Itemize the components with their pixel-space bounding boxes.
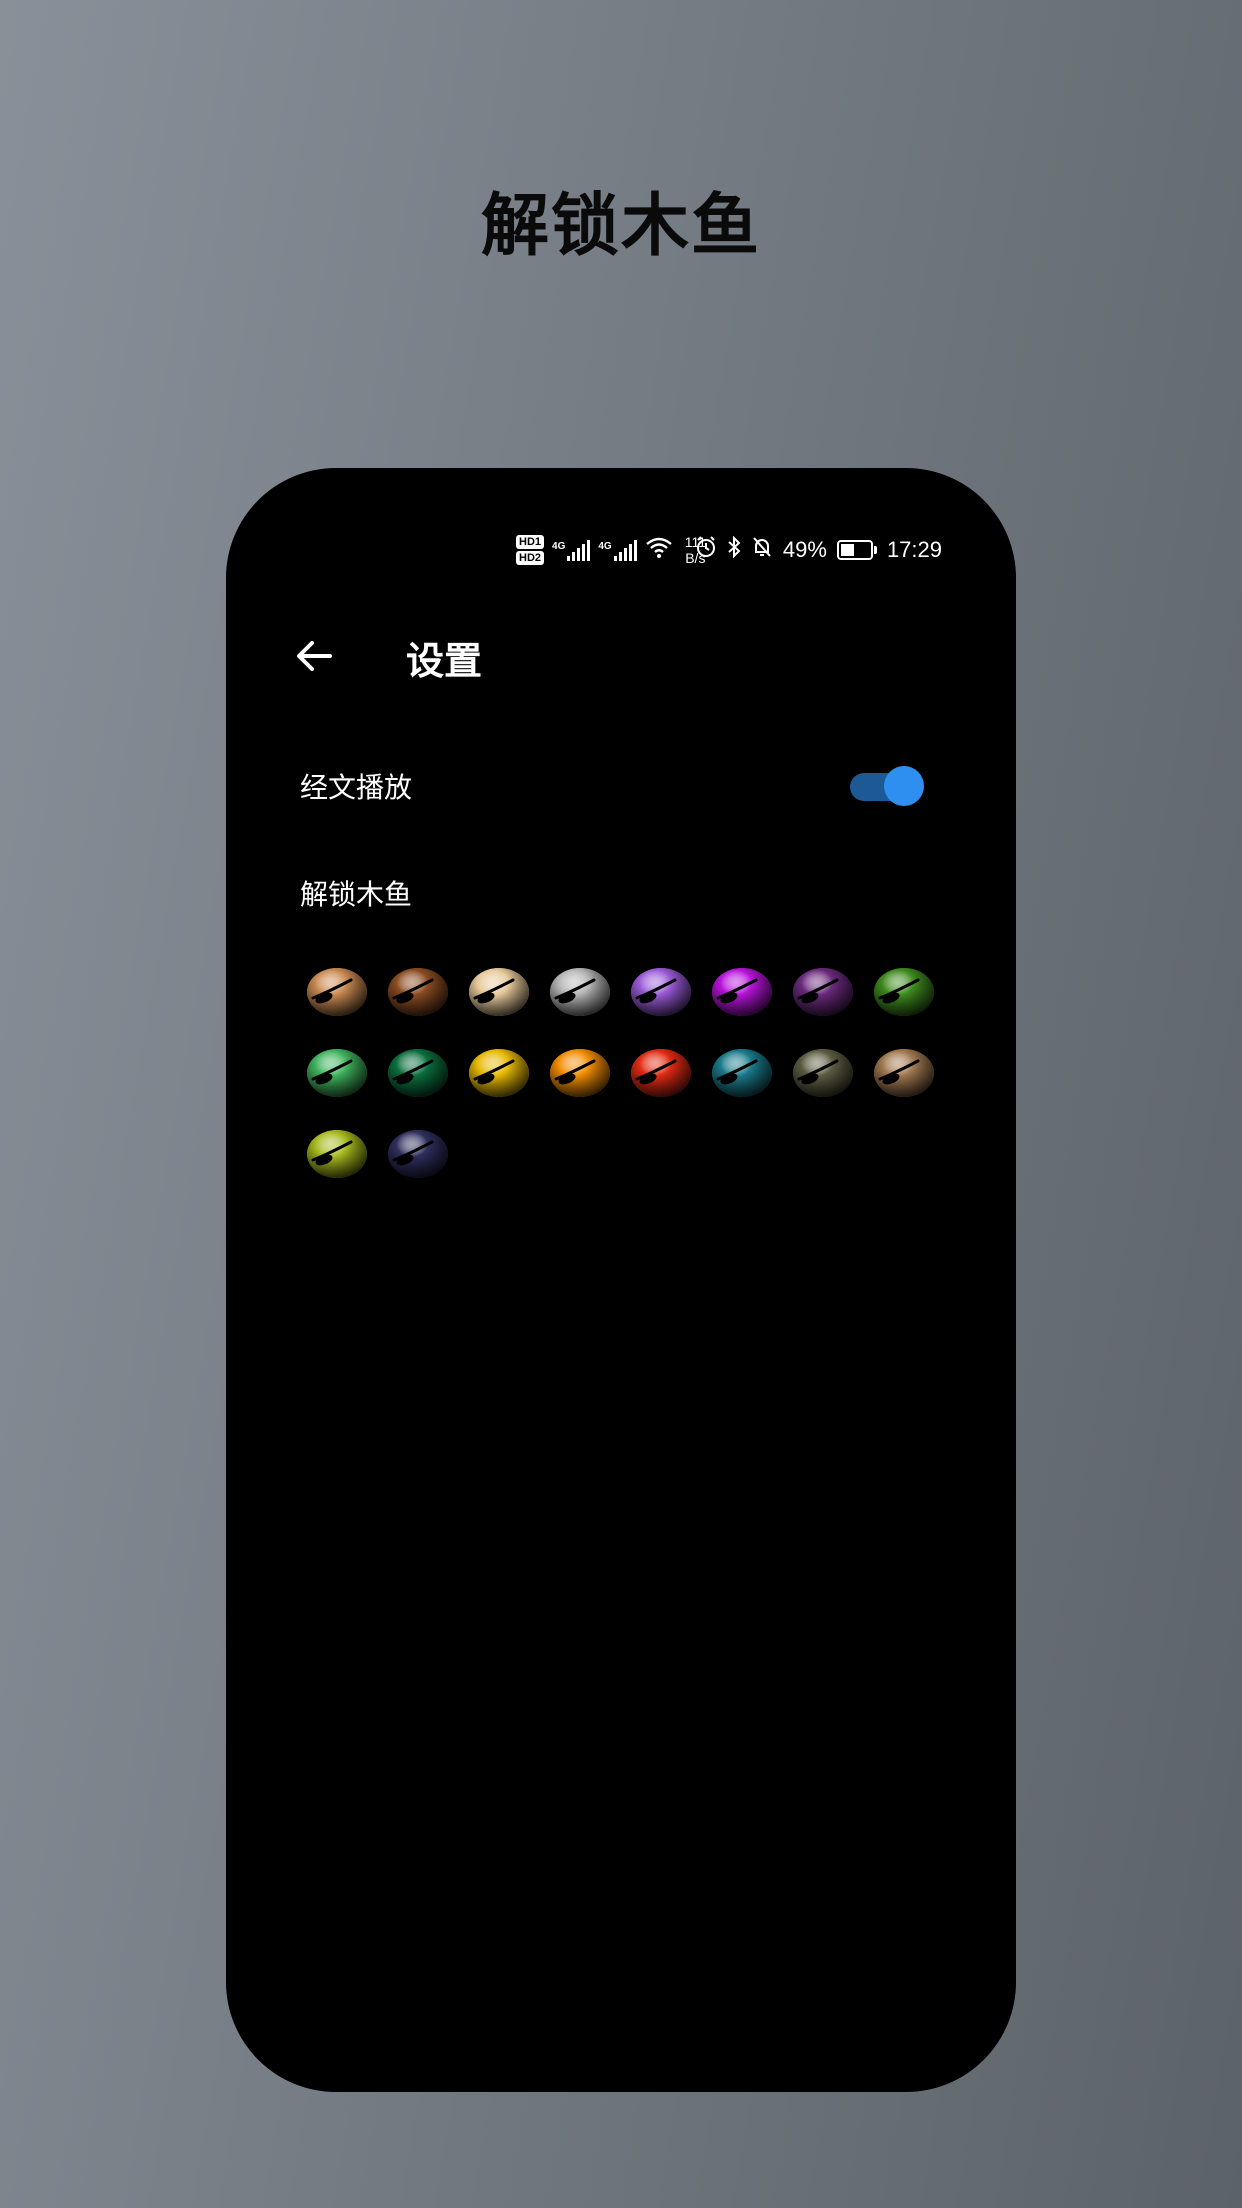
wooden-fish-icon <box>874 1049 934 1097</box>
wooden-fish-icon <box>469 968 529 1016</box>
wooden-fish-item[interactable] <box>385 1039 450 1104</box>
wooden-fish-item[interactable] <box>385 958 450 1023</box>
wooden-fish-item[interactable] <box>628 958 693 1023</box>
sim1-signal-icon: 4G <box>552 539 591 561</box>
promo-headline: 解锁木鱼 <box>480 187 761 266</box>
status-system-group: 49% 17:29 <box>695 535 942 564</box>
wooden-fish-item[interactable] <box>790 1039 855 1104</box>
wooden-fish-item[interactable] <box>304 1039 369 1104</box>
wooden-fish-icon <box>388 968 448 1016</box>
wooden-fish-item[interactable] <box>385 1120 450 1185</box>
wooden-fish-item[interactable] <box>790 958 855 1023</box>
wifi-icon <box>645 537 673 564</box>
wooden-fish-item[interactable] <box>871 958 936 1023</box>
status-network-group: HD1 HD2 4G 4G 111 B/s <box>516 534 706 566</box>
toggle-thumb <box>884 766 924 806</box>
bluetooth-icon <box>727 535 741 564</box>
wooden-fish-icon <box>307 1130 367 1178</box>
wooden-fish-icon <box>631 968 691 1016</box>
wooden-fish-icon <box>712 968 772 1016</box>
wooden-fish-icon <box>793 1049 853 1097</box>
mute-bell-icon <box>751 536 773 564</box>
unlock-fish-label: 解锁木鱼 <box>300 878 413 911</box>
app-bar: 设置 <box>226 618 1016 698</box>
alarm-icon <box>695 536 717 564</box>
sim2-signal-icon: 4G <box>598 539 637 561</box>
wooden-fish-item[interactable] <box>709 1039 774 1104</box>
wooden-fish-icon <box>793 968 853 1016</box>
wooden-fish-icon <box>550 1049 610 1097</box>
status-bar: HD1 HD2 4G 4G 111 B/s 49% 17:29 <box>226 532 1016 572</box>
arrow-left-icon <box>297 641 332 671</box>
hd2-badge: HD2 <box>516 551 545 565</box>
wooden-fish-item[interactable] <box>304 958 369 1023</box>
sim2-network-label: 4G <box>598 541 612 552</box>
wooden-fish-icon <box>874 968 934 1016</box>
wooden-fish-item[interactable] <box>466 958 531 1023</box>
wooden-fish-item[interactable] <box>547 958 612 1023</box>
wooden-fish-item[interactable] <box>304 1120 369 1185</box>
wooden-fish-item[interactable] <box>547 1039 612 1104</box>
back-button[interactable] <box>288 628 344 684</box>
wooden-fish-icon <box>388 1049 448 1097</box>
wooden-fish-icon <box>307 968 367 1016</box>
wooden-fish-icon <box>550 968 610 1016</box>
wooden-fish-item[interactable] <box>628 1039 693 1104</box>
hd1-badge: HD1 <box>516 535 545 549</box>
battery-icon <box>836 540 877 560</box>
wooden-fish-icon <box>388 1130 448 1178</box>
scripture-play-label: 经文播放 <box>300 771 413 804</box>
battery-percent: 49% <box>782 537 827 562</box>
wooden-fish-icon <box>631 1049 691 1097</box>
wooden-fish-icon <box>307 1049 367 1097</box>
wooden-fish-item[interactable] <box>871 1039 936 1104</box>
scripture-play-toggle[interactable] <box>850 764 924 808</box>
hd-indicators: HD1 HD2 <box>516 535 545 565</box>
wooden-fish-icon <box>469 1049 529 1097</box>
wooden-fish-item[interactable] <box>466 1039 531 1104</box>
clock: 17:29 <box>886 537 942 562</box>
phone-screen: HD1 HD2 4G 4G 111 B/s 49% 17:29 设置 经文播放 … <box>226 468 1016 2092</box>
sim1-network-label: 4G <box>552 541 566 552</box>
wooden-fish-item[interactable] <box>709 958 774 1023</box>
page-title: 设置 <box>406 639 483 683</box>
wooden-fish-icon <box>712 1049 772 1097</box>
fish-grid <box>304 958 964 1185</box>
